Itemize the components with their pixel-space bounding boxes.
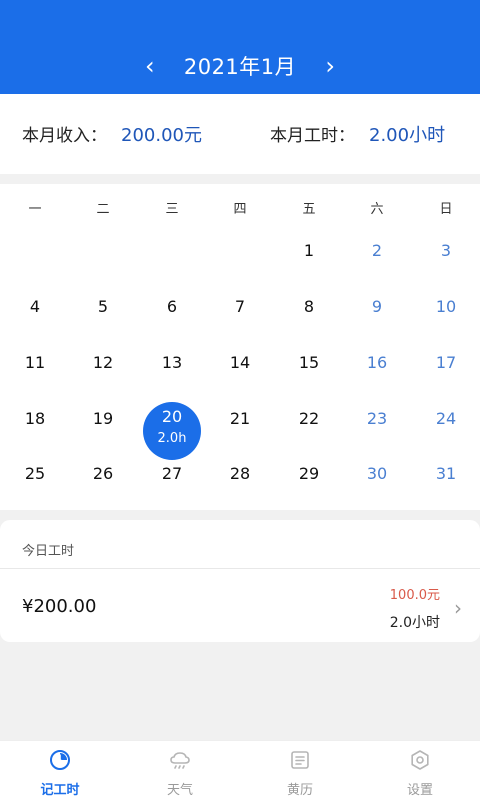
calendar-day[interactable]: 25 [5, 449, 65, 499]
tab-label: 黄历 [286, 783, 313, 798]
today-amount: ¥200.00 [22, 596, 97, 617]
calendar-day[interactable]: 15 [279, 338, 339, 388]
weekday-label: 一 [28, 202, 42, 217]
income-summary: 本月收入： 200.00元 [22, 121, 202, 147]
chevron-right-icon[interactable]: › [318, 50, 342, 82]
weekday-label: 日 [439, 202, 453, 217]
weekday-label: 四 [233, 202, 247, 217]
calendar-day[interactable]: 2 [347, 226, 407, 276]
hours-summary: 本月工时： 2.00小时 [270, 121, 445, 147]
calendar-day[interactable]: 1 [279, 226, 339, 276]
calendar-day[interactable]: 11 [5, 338, 65, 388]
calendar-day[interactable]: 6 [142, 282, 202, 332]
today-hours: 2.0小时 [389, 615, 440, 631]
today-work-card[interactable]: 今日工时 ¥200.00 100.0元 2.0小时 › [0, 520, 480, 642]
tab-label: 设置 [406, 783, 433, 798]
tab-almanac[interactable]: 黄历 [240, 741, 360, 800]
calendar-day[interactable]: 21 [210, 394, 270, 444]
weekday-label: 二 [96, 202, 110, 217]
calendar-day[interactable]: 24 [416, 394, 476, 444]
calendar-day[interactable]: 26 [73, 449, 133, 499]
calendar-day[interactable]: 8 [279, 282, 339, 332]
clock-icon [50, 750, 70, 770]
calendar-day[interactable]: 14 [210, 338, 270, 388]
chevron-left-icon[interactable]: ‹ [138, 50, 162, 82]
calendar-day[interactable]: 31 [416, 449, 476, 499]
calendar-day[interactable]: 9 [347, 282, 407, 332]
bottom-tab-bar: 记工时 天气 黄历 设置 [0, 740, 480, 800]
hours-value: 2.00小时 [369, 125, 446, 146]
calendar-day[interactable]: 16 [347, 338, 407, 388]
settings-icon [411, 750, 429, 770]
month-navigator: ‹ 2021年1月 › [0, 50, 480, 82]
calendar-day[interactable]: 7 [210, 282, 270, 332]
income-value: 200.00元 [121, 125, 202, 146]
calendar-day[interactable]: 29 [279, 449, 339, 499]
tab-settings[interactable]: 设置 [360, 741, 480, 800]
calendar-day[interactable]: 3 [416, 226, 476, 276]
calendar-day[interactable]: 13 [142, 338, 202, 388]
header-bar: ‹ 2021年1月 › [0, 0, 480, 94]
calendar-day[interactable]: 23 [347, 394, 407, 444]
calendar-day[interactable]: 30 [347, 449, 407, 499]
calendar-day[interactable]: 10 [416, 282, 476, 332]
today-title: 今日工时 [22, 544, 75, 559]
tab-label: 天气 [166, 783, 193, 798]
weekday-label: 六 [370, 202, 384, 217]
weekday-label: 五 [302, 202, 316, 217]
weekday-label: 三 [165, 202, 179, 217]
tab-weather[interactable]: 天气 [120, 741, 240, 800]
chevron-right-icon[interactable]: › [454, 596, 462, 620]
calendar-day[interactable]: 17 [416, 338, 476, 388]
selected-day-hours: 2.0h [157, 431, 187, 446]
calendar-day[interactable]: 19 [73, 394, 133, 444]
month-title: 2021年1月 [183, 55, 297, 79]
tab-label: 记工时 [40, 783, 80, 798]
month-summary: 本月收入： 200.00元 本月工时： 2.00小时 [0, 94, 480, 174]
tab-worktime[interactable]: 记工时 [0, 741, 120, 800]
weekday-header: 一 二 三 四 五 六 日 [0, 198, 480, 218]
calendar-day[interactable]: 4 [5, 282, 65, 332]
divider [0, 568, 480, 569]
calendar-day[interactable]: 5 [73, 282, 133, 332]
calendar-day[interactable]: 28 [210, 449, 270, 499]
weather-icon [170, 752, 190, 769]
income-label: 本月收入： [22, 126, 107, 146]
today-earn: 100.0元 [389, 588, 440, 603]
calendar-day[interactable]: 12 [73, 338, 133, 388]
almanac-icon [291, 751, 309, 769]
calendar-day[interactable]: 18 [5, 394, 65, 444]
selected-day-number: 20 [161, 407, 183, 426]
calendar-day[interactable]: 22 [279, 394, 339, 444]
hours-label: 本月工时： [270, 126, 355, 146]
